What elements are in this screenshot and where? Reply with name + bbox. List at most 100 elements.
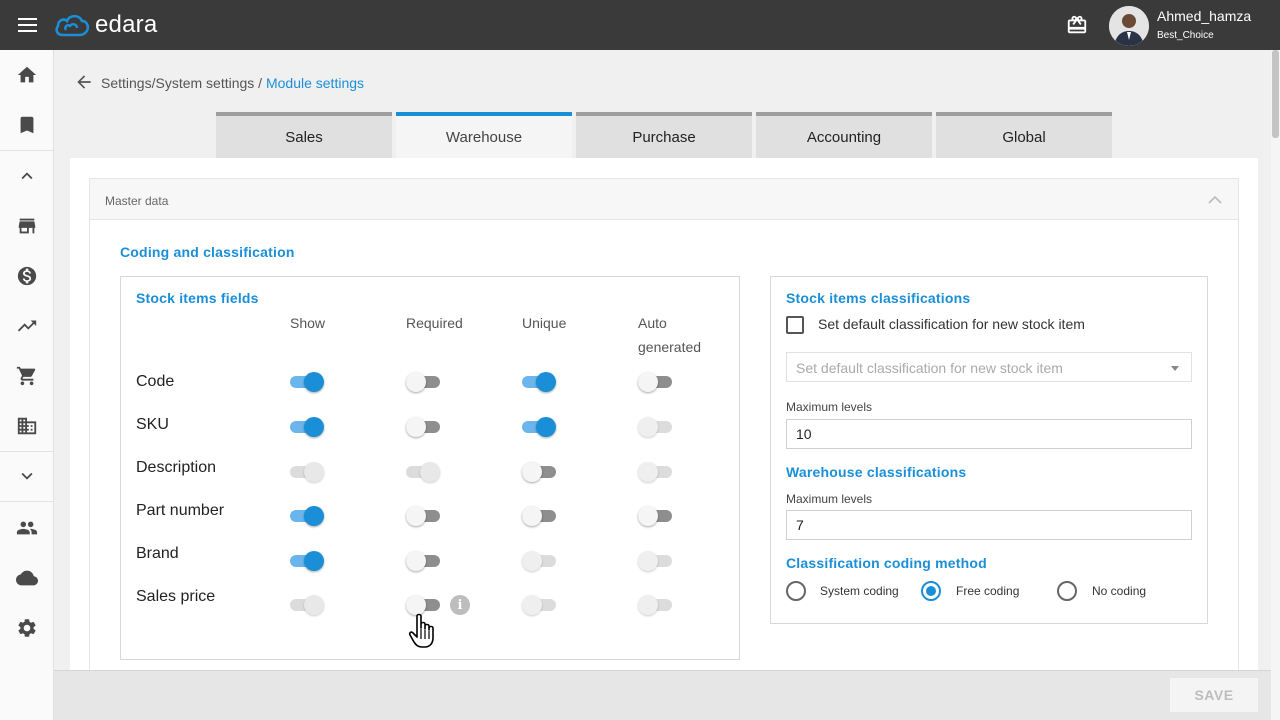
toggle-part-number-unique[interactable] [522,506,556,526]
default-classification-checkbox-label[interactable]: Set default classification for new stock… [818,316,1085,332]
caret-down-icon [1171,366,1179,371]
tab-global[interactable]: Global [936,112,1112,158]
sidebar-item-store[interactable] [0,201,54,251]
toggle-part-number-show[interactable] [290,506,324,526]
toggle-brand-auto-generated [638,551,672,571]
breadcrumb-path[interactable]: Settings/System settings / [101,75,266,91]
toggle-code-show[interactable] [290,372,324,392]
page-scrollbar[interactable] [1271,50,1280,720]
panel-header[interactable]: Master data [90,179,1238,220]
sidebar-item-cloud[interactable] [0,553,54,603]
column-header-auto-generated: Auto generated [638,315,702,355]
field-row-label: Sales price [136,588,216,605]
toggle-description-required [406,462,440,482]
tab-purchase[interactable]: Purchase [576,112,752,158]
toggle-brand-required[interactable] [406,551,440,571]
toggle-description-auto-generated [638,462,672,482]
coding-method-title: Classification coding method [786,555,987,571]
sidebar-item-home[interactable] [0,50,54,100]
gear-icon [18,619,36,637]
column-header-required: Required [406,315,463,331]
chevron-up-icon [21,172,33,180]
sidebar-item-reports[interactable] [0,301,54,351]
radio-system-coding-label[interactable]: System coding [820,584,899,598]
menu-icon[interactable] [18,18,37,32]
sidebar-collapse-up[interactable] [0,151,54,201]
sidebar-item-settings[interactable] [0,603,54,653]
user-company: Best_Choice [1157,30,1214,41]
cart-icon [16,366,36,386]
info-icon[interactable]: i [450,595,470,615]
sidebar [0,50,54,720]
toggle-part-number-required[interactable] [406,506,440,526]
toggle-sku-show[interactable] [290,417,324,437]
save-button[interactable]: SAVE [1170,678,1258,712]
default-classification-checkbox[interactable] [786,316,804,334]
toggle-sku-unique[interactable] [522,417,556,437]
toggle-code-unique[interactable] [522,372,556,392]
toggle-part-number-auto-generated[interactable] [638,506,672,526]
top-bar: edara Ahmed_hamza Best_Choice [0,0,1280,50]
footer-bar [54,670,1271,720]
section-title: Coding and classification [120,244,295,260]
field-row-label: Brand [136,545,179,562]
tab-accounting[interactable]: Accounting [756,112,932,158]
hand-cursor-icon [408,613,434,648]
sidebar-expand-down[interactable] [0,451,54,501]
toggle-sku-required[interactable] [406,417,440,437]
radio-system-coding[interactable] [786,581,806,601]
toggle-code-required[interactable] [406,372,440,392]
chevron-up-icon[interactable] [1208,195,1222,205]
toggle-sales-price-auto-generated [638,595,672,615]
brand-name: edara [95,11,158,38]
stock-classifications-title: Stock items classifications [786,290,971,306]
default-classification-select[interactable]: Set default classification for new stock… [786,352,1192,382]
breadcrumb: Settings/System settings / Module settin… [101,75,364,91]
dollar-icon [17,266,37,286]
field-row-label: Code [136,373,175,390]
stock-max-levels-input[interactable] [786,419,1192,449]
avatar[interactable] [1109,6,1149,46]
panel-title: Master data [105,194,169,208]
cloud-icon [16,570,38,586]
app-logo[interactable]: edara [55,11,158,38]
default-classification-placeholder: Set default classification for new stock… [796,360,1063,376]
store-icon [18,218,36,234]
warehouse-max-levels-label: Maximum levels [786,492,873,506]
user-name[interactable]: Ahmed_hamza [1157,8,1251,24]
radio-free-coding-label[interactable]: Free coding [956,584,1019,598]
scrollbar-thumb[interactable] [1272,50,1279,138]
toggle-sales-price-show [290,595,324,615]
toggle-description-unique[interactable] [522,462,556,482]
chevron-down-icon [21,472,33,480]
trending-up-icon [17,320,37,332]
toggle-description-show [290,462,324,482]
field-row-label: Description [136,459,217,476]
people-icon [16,521,38,535]
warehouse-max-levels-input[interactable] [786,510,1192,540]
building-icon [17,417,37,435]
toggle-sku-auto-generated [638,417,672,437]
radio-free-coding[interactable] [921,581,941,601]
cloud-logo-icon [55,14,89,37]
toggle-code-auto-generated[interactable] [638,372,672,392]
radio-no-coding[interactable] [1057,581,1077,601]
radio-no-coding-label[interactable]: No coding [1092,584,1146,598]
sidebar-item-bookmarks[interactable] [0,100,54,150]
sidebar-item-finance[interactable] [0,251,54,301]
column-header-show: Show [290,315,326,331]
sidebar-item-users[interactable] [0,503,54,553]
toggle-brand-show[interactable] [290,551,324,571]
tab-sales[interactable]: Sales [216,112,392,158]
tab-warehouse[interactable]: Warehouse [396,112,572,158]
toggle-brand-unique [522,551,556,571]
gift-icon[interactable] [1066,14,1088,36]
breadcrumb-current: Module settings [265,75,365,91]
toggle-sales-price-unique [522,595,556,615]
field-row-label: SKU [136,416,169,433]
field-row-label: Part number [136,502,225,519]
sidebar-item-cart[interactable] [0,351,54,401]
arrow-back-icon[interactable] [74,72,94,92]
stock-items-fields-title: Stock items fields [136,290,259,306]
sidebar-item-company[interactable] [0,401,54,451]
